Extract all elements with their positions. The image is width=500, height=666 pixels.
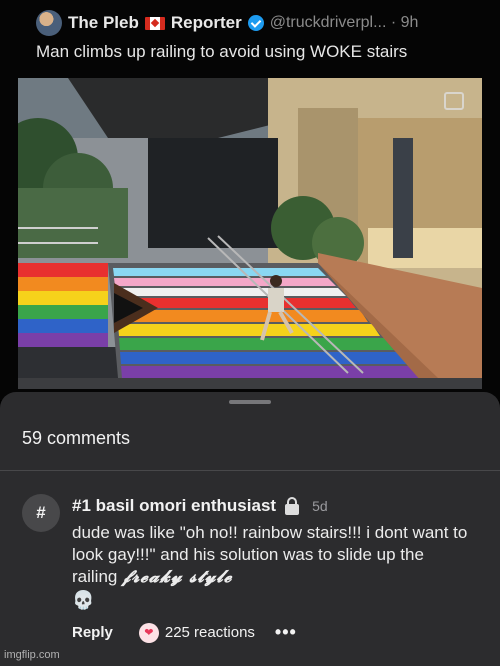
author-handle-time[interactable]: @truckdriverpl... · 9h [270, 14, 419, 32]
media-icon [444, 92, 464, 110]
comments-count-title: 59 comments [22, 428, 131, 448]
comment-body: dude was like "oh no!! rainbow stairs!!!… [72, 522, 472, 588]
comment-author-avatar[interactable]: # [22, 494, 60, 532]
skull-emoji: 💀 [72, 590, 95, 610]
tweet-card: The Pleb Reporter @truckdriverpl... · 9h… [0, 0, 500, 400]
comment-actions: Reply ❤ 225 reactions ••• [72, 622, 297, 643]
comments-sheet: 59 comments # #1 basil omori enthusiast … [0, 392, 500, 666]
watermark: imgflip.com [4, 649, 60, 661]
canada-flag-icon [144, 16, 165, 30]
tweet-photo[interactable] [18, 78, 482, 389]
author-avatar[interactable] [36, 10, 62, 36]
lock-icon [284, 497, 300, 515]
tweet-header: The Pleb Reporter @truckdriverpl... · 9h [36, 10, 418, 36]
comment-item: # #1 basil omori enthusiast 5d dude was … [0, 472, 500, 666]
comment-body-styled-text: 𝓯𝓻𝓮𝓪𝓴𝔂 𝓼𝓽𝔂𝓵𝓮 [122, 567, 233, 587]
comment-author-name[interactable]: #1 basil omori enthusiast [72, 496, 276, 516]
comment-timestamp: 5d [312, 498, 328, 514]
author-name[interactable]: The Pleb [68, 13, 139, 33]
reactions-count[interactable]: 225 reactions [165, 624, 255, 641]
author-name-suffix[interactable]: Reporter [171, 13, 242, 33]
verified-badge-icon [247, 15, 264, 31]
sheet-grabber-handle[interactable] [229, 400, 271, 404]
more-options-button[interactable]: ••• [275, 622, 297, 643]
rainbow-stairs-photo [18, 78, 482, 389]
tweet-text: Man climbs up railing to avoid using WOK… [36, 42, 408, 61]
reply-button[interactable]: Reply [72, 624, 113, 641]
heart-reaction-icon[interactable]: ❤ [138, 622, 159, 643]
comment-header: #1 basil omori enthusiast 5d [72, 496, 328, 516]
divider [0, 470, 500, 471]
